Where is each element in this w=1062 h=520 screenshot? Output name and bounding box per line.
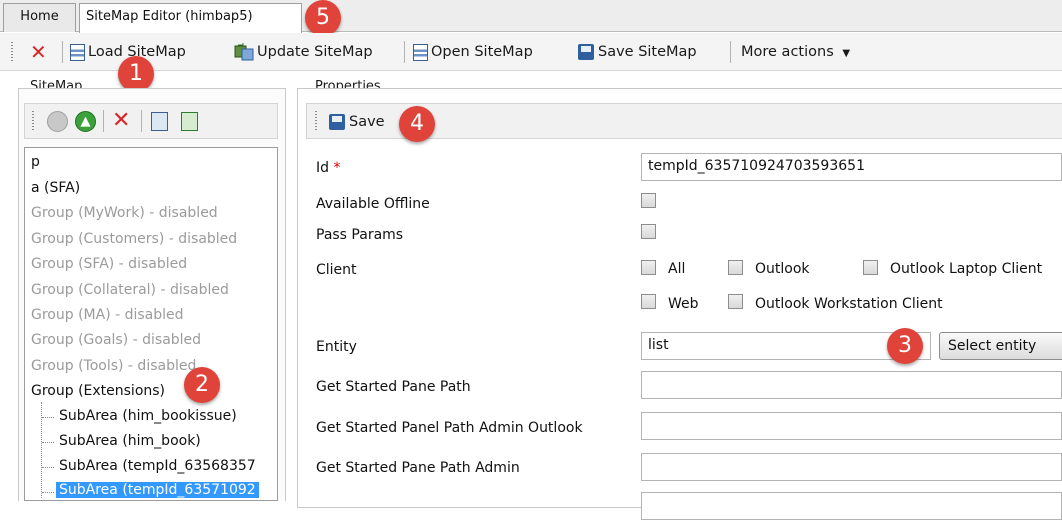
tree-subarea-selected[interactable]: SubArea (tempId_63571092 — [56, 482, 259, 498]
toolbar-separator — [103, 110, 104, 132]
save-disk-icon — [329, 114, 345, 130]
tree-subarea[interactable]: SubArea (him_bookissue) — [59, 408, 237, 424]
tab-sitemap-editor[interactable]: SiteMap Editor (himbap5) — [79, 3, 302, 33]
tree-connector — [42, 467, 54, 468]
callout-1: 1 — [118, 56, 154, 92]
client-outlook-workstation-label: Outlook Workstation Client — [755, 296, 943, 312]
chevron-down-icon: ▼ — [842, 48, 851, 59]
required-marker: * — [333, 160, 341, 176]
move-up-icon[interactable]: ▲ — [75, 111, 96, 132]
toolbar-grip — [11, 42, 13, 62]
client-label: Client — [316, 262, 357, 278]
tree-item[interactable]: p — [31, 154, 40, 170]
move-down-icon[interactable] — [47, 111, 68, 132]
toolbar-separator — [62, 41, 63, 63]
pass-params-label: Pass Params — [316, 227, 404, 243]
client-web-checkbox[interactable] — [641, 294, 656, 309]
pass-params-checkbox[interactable] — [641, 224, 656, 239]
save-label: Save — [349, 114, 385, 130]
tree-item[interactable]: Group (SFA) - disabled — [31, 256, 187, 272]
tree-item[interactable]: Group (Collateral) - disabled — [31, 282, 229, 298]
toolbar-grip — [315, 111, 317, 131]
sitemap-tree[interactable]: p a (SFA) Group (MyWork) - disabled Grou… — [24, 147, 278, 501]
tree-item[interactable]: Group (Tools) - disabled — [31, 358, 196, 374]
new-item-icon[interactable] — [151, 112, 168, 131]
tree-item[interactable]: Group (Extensions) — [31, 383, 165, 399]
more-actions-label: More actions — [741, 44, 834, 60]
client-web-label: Web — [668, 296, 699, 312]
open-sitemap-label: Open SiteMap — [431, 44, 533, 60]
get-started-panel-path-admin-outlook-field[interactable] — [641, 412, 1062, 440]
document-icon — [70, 43, 85, 61]
close-button[interactable]: ✕ — [30, 42, 47, 62]
toolbar-grip — [32, 111, 34, 131]
close-icon: ✕ — [30, 40, 47, 64]
id-label-text: Id — [316, 160, 330, 176]
client-outlook-checkbox[interactable] — [728, 260, 743, 275]
get-started-pane-path-admin-label: Get Started Pane Path Admin — [316, 460, 520, 476]
tree-item[interactable]: Group (MyWork) - disabled — [31, 205, 218, 221]
tree-item[interactable]: Group (Goals) - disabled — [31, 332, 201, 348]
tree-item[interactable]: a (SFA) — [31, 180, 80, 196]
update-sitemap-label: Update SiteMap — [257, 44, 373, 60]
get-started-pane-path-label: Get Started Pane Path — [316, 379, 471, 395]
id-field[interactable]: tempId_635710924703593651 — [641, 153, 1062, 181]
save-sitemap-label: Save SiteMap — [598, 44, 697, 60]
tab-home[interactable]: Home — [3, 3, 76, 32]
select-entity-button[interactable]: Select entity — [939, 332, 1062, 360]
tree-subarea[interactable]: SubArea (him_book) — [59, 433, 201, 449]
tree-connector — [42, 492, 54, 493]
client-all-label: All — [668, 261, 686, 277]
toolbar-separator — [730, 41, 731, 63]
save-button[interactable]: Save — [329, 112, 385, 132]
main-toolbar: ✕ Load SiteMap Update SiteMap Open SiteM… — [0, 33, 1062, 71]
callout-3: 3 — [887, 328, 923, 364]
tree-connector — [42, 442, 54, 443]
next-field[interactable] — [641, 492, 1062, 520]
toolbar-separator — [404, 41, 405, 63]
entity-label: Entity — [316, 339, 357, 355]
tab-bar: Home SiteMap Editor (himbap5) — [0, 0, 1062, 33]
open-sitemap-button[interactable]: Open SiteMap — [413, 42, 533, 62]
sitemap-toolbar: ▲ ✕ — [24, 103, 278, 139]
add-item-icon[interactable] — [181, 112, 198, 131]
tree-subarea[interactable]: SubArea (tempId_63568357 — [59, 458, 256, 474]
tree-item[interactable]: Group (Customers) - disabled — [31, 231, 237, 247]
save-disk-icon — [578, 44, 594, 60]
toolbar-separator — [141, 110, 142, 132]
more-actions-dropdown[interactable]: More actions ▼ — [741, 42, 850, 62]
save-sitemap-button[interactable]: Save SiteMap — [578, 42, 697, 62]
id-label: Id * — [316, 160, 340, 176]
client-all-checkbox[interactable] — [641, 260, 656, 275]
update-sitemap-button[interactable]: Update SiteMap — [234, 42, 373, 62]
client-outlook-workstation-checkbox[interactable] — [728, 294, 743, 309]
tree-item[interactable]: Group (MA) - disabled — [31, 307, 184, 323]
tree-connector — [42, 417, 54, 418]
get-started-pane-path-admin-field[interactable] — [641, 453, 1062, 481]
available-offline-checkbox[interactable] — [641, 193, 656, 208]
available-offline-label: Available Offline — [316, 196, 430, 212]
get-started-pane-path-field[interactable] — [641, 371, 1062, 399]
client-outlook-label: Outlook — [755, 261, 810, 277]
client-outlook-laptop-checkbox[interactable] — [863, 260, 878, 275]
delete-icon[interactable]: ✕ — [112, 108, 130, 133]
get-started-panel-path-admin-outlook-label: Get Started Panel Path Admin Outlook — [316, 420, 583, 436]
document-icon — [413, 43, 428, 61]
callout-5: 5 — [305, 0, 341, 36]
client-outlook-laptop-label: Outlook Laptop Client — [890, 261, 1043, 277]
callout-2: 2 — [184, 367, 220, 403]
update-icon — [234, 43, 254, 61]
callout-4: 4 — [399, 106, 435, 142]
